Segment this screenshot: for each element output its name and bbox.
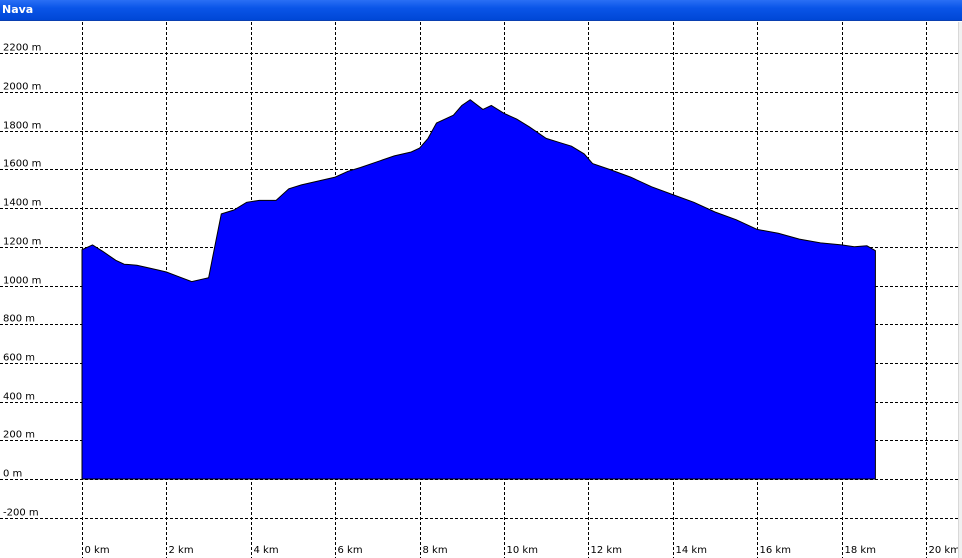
window-title: Nava bbox=[2, 3, 34, 16]
elevation-area bbox=[81, 99, 876, 480]
x-tick-label: 2 km bbox=[169, 545, 194, 556]
y-tick-label: 1600 m bbox=[3, 159, 41, 170]
y-tick-label: 0 m bbox=[3, 469, 22, 480]
y-tick-label: 800 m bbox=[3, 314, 35, 325]
elevation-area-layer bbox=[81, 99, 876, 480]
x-tick-label: 0 km bbox=[85, 545, 110, 556]
x-tick-label: 10 km bbox=[507, 545, 538, 556]
profile-window: Nava -200 m 0 m 200 m 400 m 600 m 800 m 1000 m… bbox=[0, 0, 962, 558]
title-bar[interactable]: Nava bbox=[0, 0, 962, 21]
x-tick-label: 12 km bbox=[591, 545, 622, 556]
right-edge-border bbox=[958, 22, 962, 558]
y-tick-label: 1200 m bbox=[3, 237, 41, 248]
y-tick-label: 600 m bbox=[3, 353, 35, 364]
y-tick-label: 200 m bbox=[3, 430, 35, 441]
x-tick-label: 18 km bbox=[845, 545, 876, 556]
elevation-profile-svg: -200 m 0 m 200 m 400 m 600 m 800 m 1000 m 1200 … bbox=[0, 22, 962, 558]
x-tick-label: 8 km bbox=[423, 545, 448, 556]
y-tick-label: 1000 m bbox=[3, 276, 41, 287]
x-tick-label: 4 km bbox=[254, 545, 279, 556]
y-tick-label: 1800 m bbox=[3, 121, 41, 132]
x-tick-label: 6 km bbox=[338, 545, 363, 556]
y-tick-label: 1400 m bbox=[3, 198, 41, 209]
x-tick-label: 20 km bbox=[929, 545, 960, 556]
y-tick-label: 2200 m bbox=[3, 43, 41, 54]
elevation-profile-chart: -200 m 0 m 200 m 400 m 600 m 800 m 1000 m 1200 … bbox=[0, 22, 962, 558]
y-tick-label: -200 m bbox=[3, 508, 39, 519]
y-tick-label: 400 m bbox=[3, 392, 35, 403]
y-tick-label: 2000 m bbox=[3, 82, 41, 93]
x-tick-label: 16 km bbox=[760, 545, 791, 556]
x-tick-label: 14 km bbox=[676, 545, 707, 556]
